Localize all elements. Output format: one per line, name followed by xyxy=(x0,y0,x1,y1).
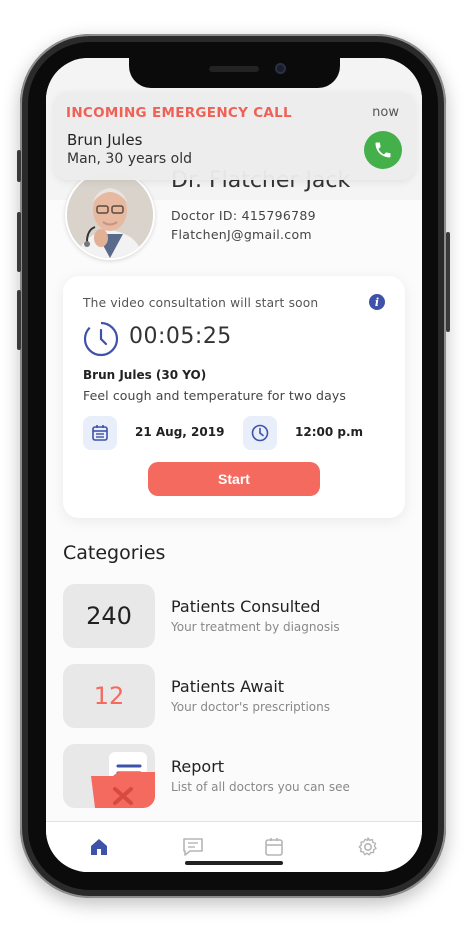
date-chip xyxy=(83,416,117,450)
category-label: Patients Consulted xyxy=(171,597,321,616)
categories-title: Categories xyxy=(63,542,166,564)
timer-icon xyxy=(82,320,120,362)
doctor-portrait-image xyxy=(67,172,153,258)
consultation-message: The video consultation will start soon xyxy=(83,296,319,310)
home-tab[interactable] xyxy=(86,834,112,860)
category-count-box: 12 xyxy=(63,664,155,728)
category-subtitle: Your doctor's prescriptions xyxy=(171,700,330,714)
start-button[interactable]: Start xyxy=(148,462,320,496)
calendar-icon xyxy=(265,838,283,856)
appointment-time: 12:00 p.m xyxy=(295,425,364,439)
category-count-box: 240 xyxy=(63,584,155,648)
appointment-date: 21 Aug, 2019 xyxy=(135,425,225,439)
volume-up-button xyxy=(17,212,21,272)
category-subtitle: Your treatment by diagnosis xyxy=(171,620,340,634)
category-patients-await[interactable]: 12 Patients Await Your doctor's prescrip… xyxy=(63,664,405,728)
home-indicator xyxy=(185,861,283,865)
countdown-timer: 00:05:25 xyxy=(129,324,232,349)
settings-tab[interactable] xyxy=(355,834,381,860)
info-icon[interactable]: i xyxy=(369,294,385,310)
calendar-icon xyxy=(92,425,108,441)
caller-info: Man, 30 years old xyxy=(67,151,193,167)
incoming-call-notification[interactable]: INCOMING EMERGENCY CALL now Brun Jules M… xyxy=(54,92,415,180)
answer-call-button[interactable] xyxy=(364,131,402,169)
notification-time: now xyxy=(372,105,399,120)
category-count: 240 xyxy=(86,602,132,630)
caller-name: Brun Jules xyxy=(67,131,143,149)
consultation-card: The video consultation will start soon i… xyxy=(63,276,405,518)
home-icon xyxy=(91,839,107,855)
report-folder-icon xyxy=(91,752,155,808)
time-chip xyxy=(243,416,277,450)
category-report[interactable]: Report List of all doctors you can see xyxy=(63,744,405,808)
category-subtitle: List of all doctors you can see xyxy=(171,780,350,794)
phone-icon xyxy=(375,142,391,158)
notification-title: INCOMING EMERGENCY CALL xyxy=(66,105,292,121)
doctor-email: FlatchenJ@gmail.com xyxy=(171,227,312,242)
category-patients-consulted[interactable]: 240 Patients Consulted Your treatment by… xyxy=(63,584,405,648)
volume-down-button xyxy=(17,290,21,350)
settings-icon xyxy=(358,837,377,856)
power-button xyxy=(446,232,450,332)
messages-tab[interactable] xyxy=(180,834,206,860)
category-count: 12 xyxy=(93,682,125,710)
calendar-tab[interactable] xyxy=(261,834,287,860)
patient-complaint: Feel cough and temperature for two days xyxy=(83,388,346,403)
mute-switch xyxy=(17,150,21,182)
doctor-id: Doctor ID: 415796789 xyxy=(171,208,316,223)
phone-screen: Dr. Flatcher Jack Doctor ID: 415796789 F… xyxy=(46,58,422,872)
doctor-avatar[interactable] xyxy=(65,170,155,260)
clock-icon xyxy=(251,424,269,442)
patient-name: Brun Jules (30 YO) xyxy=(83,368,207,382)
front-camera xyxy=(275,63,286,74)
earpiece-speaker xyxy=(209,66,259,72)
category-icon-box xyxy=(63,744,155,808)
chat-icon xyxy=(183,838,203,856)
category-label: Report xyxy=(171,757,225,776)
category-label: Patients Await xyxy=(171,677,285,696)
